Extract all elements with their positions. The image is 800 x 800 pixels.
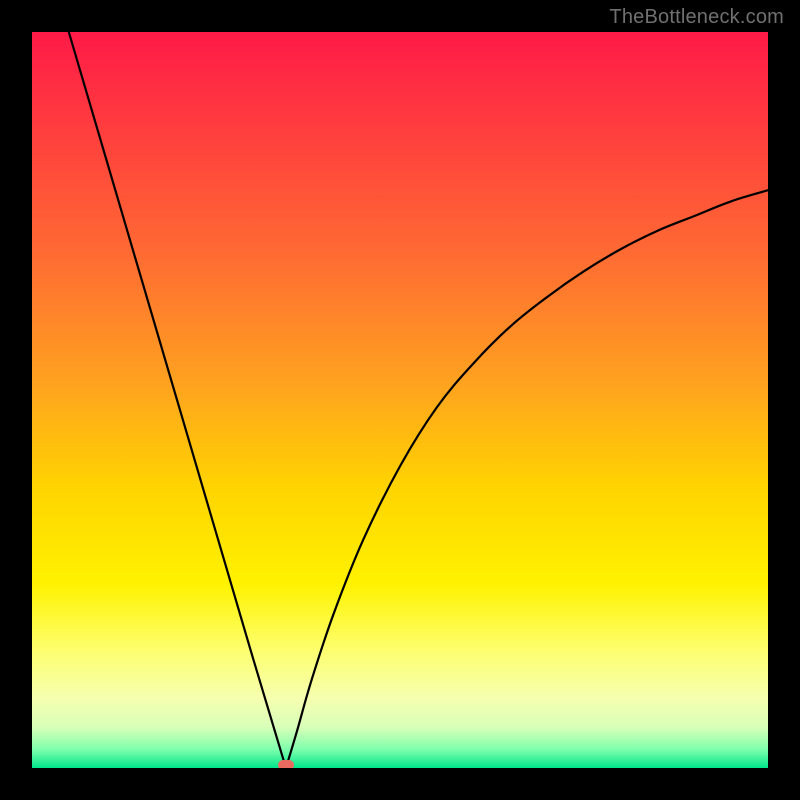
bottleneck-curve — [32, 32, 768, 768]
watermark-text: TheBottleneck.com — [609, 6, 784, 29]
curve-path — [69, 32, 768, 768]
chart-frame: TheBottleneck.com — [0, 0, 800, 800]
plot-area — [32, 32, 768, 768]
minimum-marker — [278, 760, 294, 768]
